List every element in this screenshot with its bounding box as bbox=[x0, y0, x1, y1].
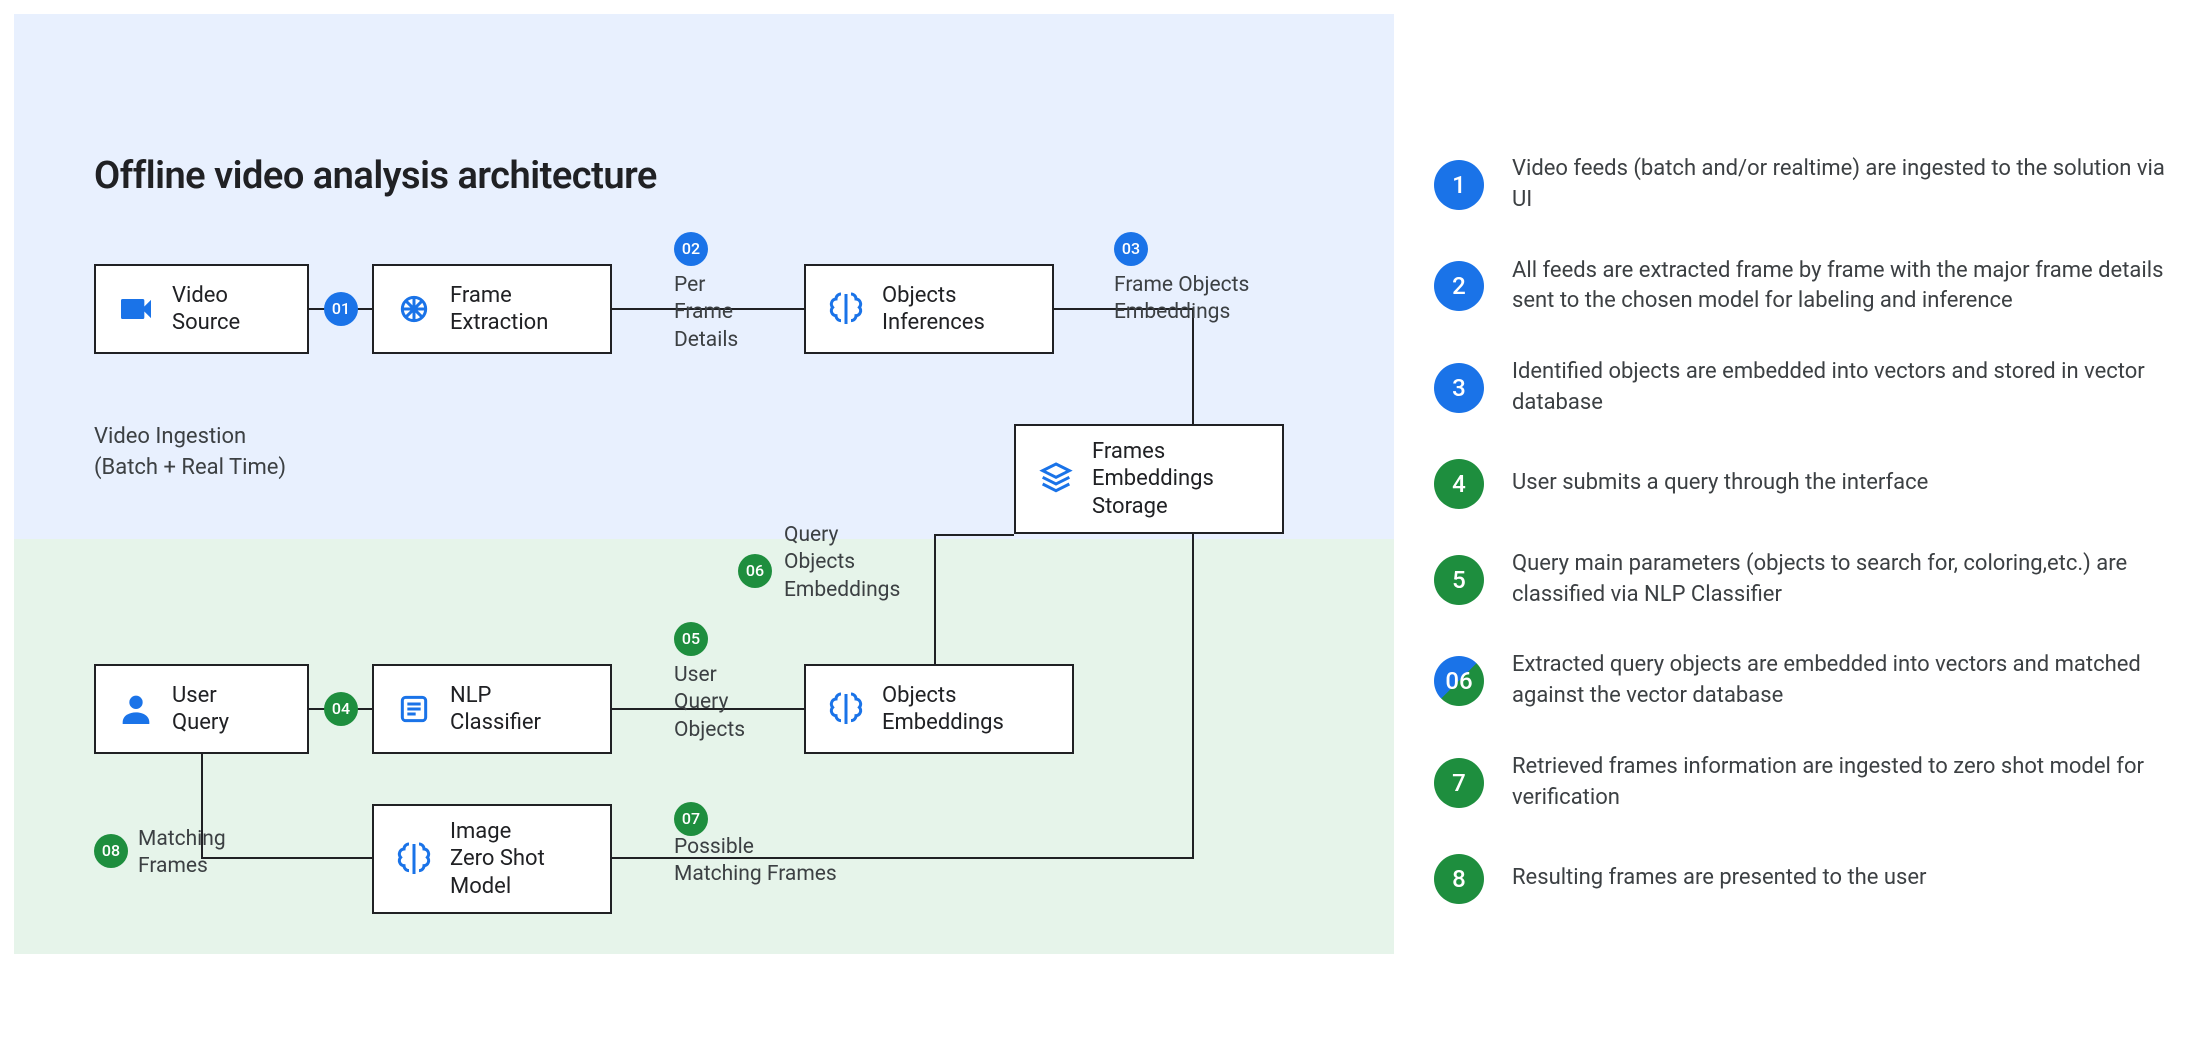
legend-item-4: 4 User submits a query through the inter… bbox=[1434, 459, 2184, 509]
diagram-title: Offline video analysis architecture bbox=[94, 154, 657, 198]
conn-label-06: Query Objects Embeddings bbox=[784, 522, 900, 604]
legend-badge: 5 bbox=[1434, 555, 1484, 605]
node-label: Objects Inferences bbox=[882, 282, 985, 337]
legend-badge: 4 bbox=[1434, 459, 1484, 509]
brain-icon bbox=[820, 683, 872, 735]
diagram-badge-06: 06 bbox=[738, 554, 772, 588]
node-objects-embeddings: Objects Embeddings bbox=[804, 664, 1074, 754]
user-icon bbox=[110, 683, 162, 735]
node-label: Video Source bbox=[172, 282, 240, 337]
conn-label-02: Per Frame Details bbox=[674, 272, 738, 354]
diagram-badge-05: 05 bbox=[674, 622, 708, 656]
video-camera-icon bbox=[110, 283, 162, 335]
page: Offline video analysis architecture Vide… bbox=[14, 14, 2184, 1032]
diagram-badge-04: 04 bbox=[324, 692, 358, 726]
node-label: User Query bbox=[172, 682, 229, 737]
connector bbox=[934, 534, 936, 664]
node-user-query: User Query bbox=[94, 664, 309, 754]
node-video-source: Video Source bbox=[94, 264, 309, 354]
connector bbox=[1192, 534, 1194, 859]
node-frame-extraction: Frame Extraction bbox=[372, 264, 612, 354]
frames-icon bbox=[388, 283, 440, 335]
node-label: Frame Extraction bbox=[450, 282, 548, 337]
legend-badge: 06 bbox=[1434, 656, 1484, 706]
node-label: Frames Embeddings Storage bbox=[1092, 438, 1214, 521]
conn-label-05: User Query Objects bbox=[674, 662, 745, 744]
legend-text: Extracted query objects are embedded int… bbox=[1512, 650, 2184, 712]
legend-text: Resulting frames are presented to the us… bbox=[1512, 863, 1927, 894]
brain-icon bbox=[388, 833, 440, 885]
legend-badge: 3 bbox=[1434, 363, 1484, 413]
legend-item-3: 3 Identified objects are embedded into v… bbox=[1434, 357, 2184, 419]
legend-item-8: 8 Resulting frames are presented to the … bbox=[1434, 854, 2184, 904]
diagram-badge-02: 02 bbox=[674, 232, 708, 266]
diagram-badge-08: 08 bbox=[94, 834, 128, 868]
node-embed-storage: Frames Embeddings Storage bbox=[1014, 424, 1284, 534]
conn-label-03: Frame Objects Embeddings bbox=[1114, 272, 1249, 327]
diagram-badge-07: 07 bbox=[674, 802, 708, 836]
legend-text: Query main parameters (objects to search… bbox=[1512, 549, 2184, 611]
node-label: NLP Classifier bbox=[450, 682, 541, 737]
legend-item-7: 7 Retrieved frames information are inges… bbox=[1434, 752, 2184, 814]
legend-text: All feeds are extracted frame by frame w… bbox=[1512, 256, 2184, 318]
diagram-badge-03: 03 bbox=[1114, 232, 1148, 266]
nlp-icon bbox=[388, 683, 440, 735]
conn-label-07: Possible Matching Frames bbox=[674, 834, 837, 889]
conn-label-08: Matching Frames bbox=[138, 826, 226, 881]
database-icon bbox=[1030, 453, 1082, 505]
node-label: Objects Embeddings bbox=[882, 682, 1004, 737]
ingestion-caption: Video Ingestion (Batch + Real Time) bbox=[94, 422, 286, 484]
diagram-badge-01: 01 bbox=[324, 292, 358, 326]
legend-text: Identified objects are embedded into vec… bbox=[1512, 357, 2184, 419]
legend: 1 Video feeds (batch and/or realtime) ar… bbox=[1434, 154, 2184, 1032]
legend-badge: 7 bbox=[1434, 758, 1484, 808]
legend-item-6: 06 Extracted query objects are embedded … bbox=[1434, 650, 2184, 712]
legend-badge: 8 bbox=[1434, 854, 1484, 904]
connector bbox=[201, 857, 372, 859]
legend-item-1: 1 Video feeds (batch and/or realtime) ar… bbox=[1434, 154, 2184, 216]
legend-item-5: 5 Query main parameters (objects to sear… bbox=[1434, 549, 2184, 611]
brain-icon bbox=[820, 283, 872, 335]
node-label: Image Zero Shot Model bbox=[450, 818, 545, 901]
connector bbox=[934, 534, 1014, 536]
node-nlp-classifier: NLP Classifier bbox=[372, 664, 612, 754]
node-objects-inferences: Objects Inferences bbox=[804, 264, 1054, 354]
node-zero-shot: Image Zero Shot Model bbox=[372, 804, 612, 914]
legend-item-2: 2 All feeds are extracted frame by frame… bbox=[1434, 256, 2184, 318]
architecture-diagram: Offline video analysis architecture Vide… bbox=[14, 14, 1394, 954]
legend-text: Video feeds (batch and/or realtime) are … bbox=[1512, 154, 2184, 216]
legend-badge: 1 bbox=[1434, 160, 1484, 210]
legend-badge: 2 bbox=[1434, 261, 1484, 311]
legend-text: Retrieved frames information are ingeste… bbox=[1512, 752, 2184, 814]
legend-text: User submits a query through the interfa… bbox=[1512, 468, 1928, 499]
